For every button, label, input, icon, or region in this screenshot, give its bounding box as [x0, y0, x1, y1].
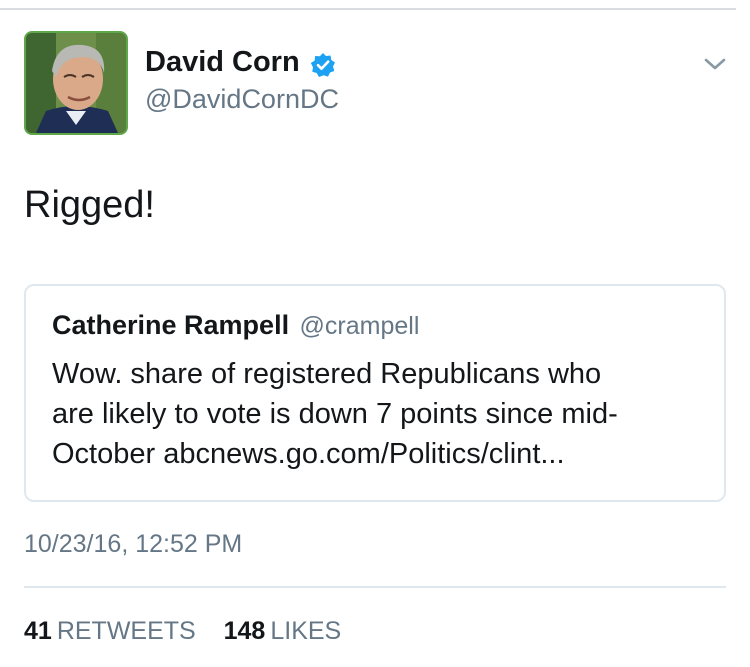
stats-divider [24, 586, 726, 588]
quoted-text-line: are likely to vote is down 7 points sinc… [52, 398, 618, 430]
tweet-stats: 41 RETWEETS 148 LIKES [24, 617, 341, 646]
tweet-timestamp[interactable]: 10/23/16, 12:52 PM [24, 530, 242, 559]
likes-label: LIKES [270, 617, 342, 645]
retweets-stat[interactable]: 41 RETWEETS [24, 617, 203, 645]
retweets-label: RETWEETS [56, 617, 196, 645]
tweet: David Corn @DavidCornDC Rigged! Catherin… [0, 0, 750, 667]
quoted-tweet-header: Catherine Rampell @crampell [52, 310, 419, 341]
verified-badge-icon [310, 53, 335, 77]
likes-stat[interactable]: 148 LIKES [217, 617, 342, 645]
likes-count: 148 [223, 617, 266, 645]
quoted-tweet-card[interactable]: Catherine Rampell @crampell Wow. share o… [24, 284, 726, 502]
quoted-author-handle: @crampell [299, 312, 420, 340]
quoted-text-line: Wow. share of registered Republicans who [52, 358, 602, 390]
author-name[interactable]: David Corn [145, 46, 300, 79]
quoted-tweet-text: Wow. share of registered Republicans who… [52, 354, 712, 474]
avatar-image [26, 33, 126, 133]
author-handle[interactable]: @DavidCornDC [145, 84, 339, 115]
avatar[interactable] [24, 31, 128, 135]
quoted-author-name: Catherine Rampell [52, 310, 290, 340]
chevron-down-icon[interactable] [704, 56, 726, 72]
quoted-text-line: October abcnews.go.com/Politics/clint... [52, 438, 565, 470]
retweets-count: 41 [24, 617, 52, 645]
tweet-text: Rigged! [24, 184, 155, 226]
